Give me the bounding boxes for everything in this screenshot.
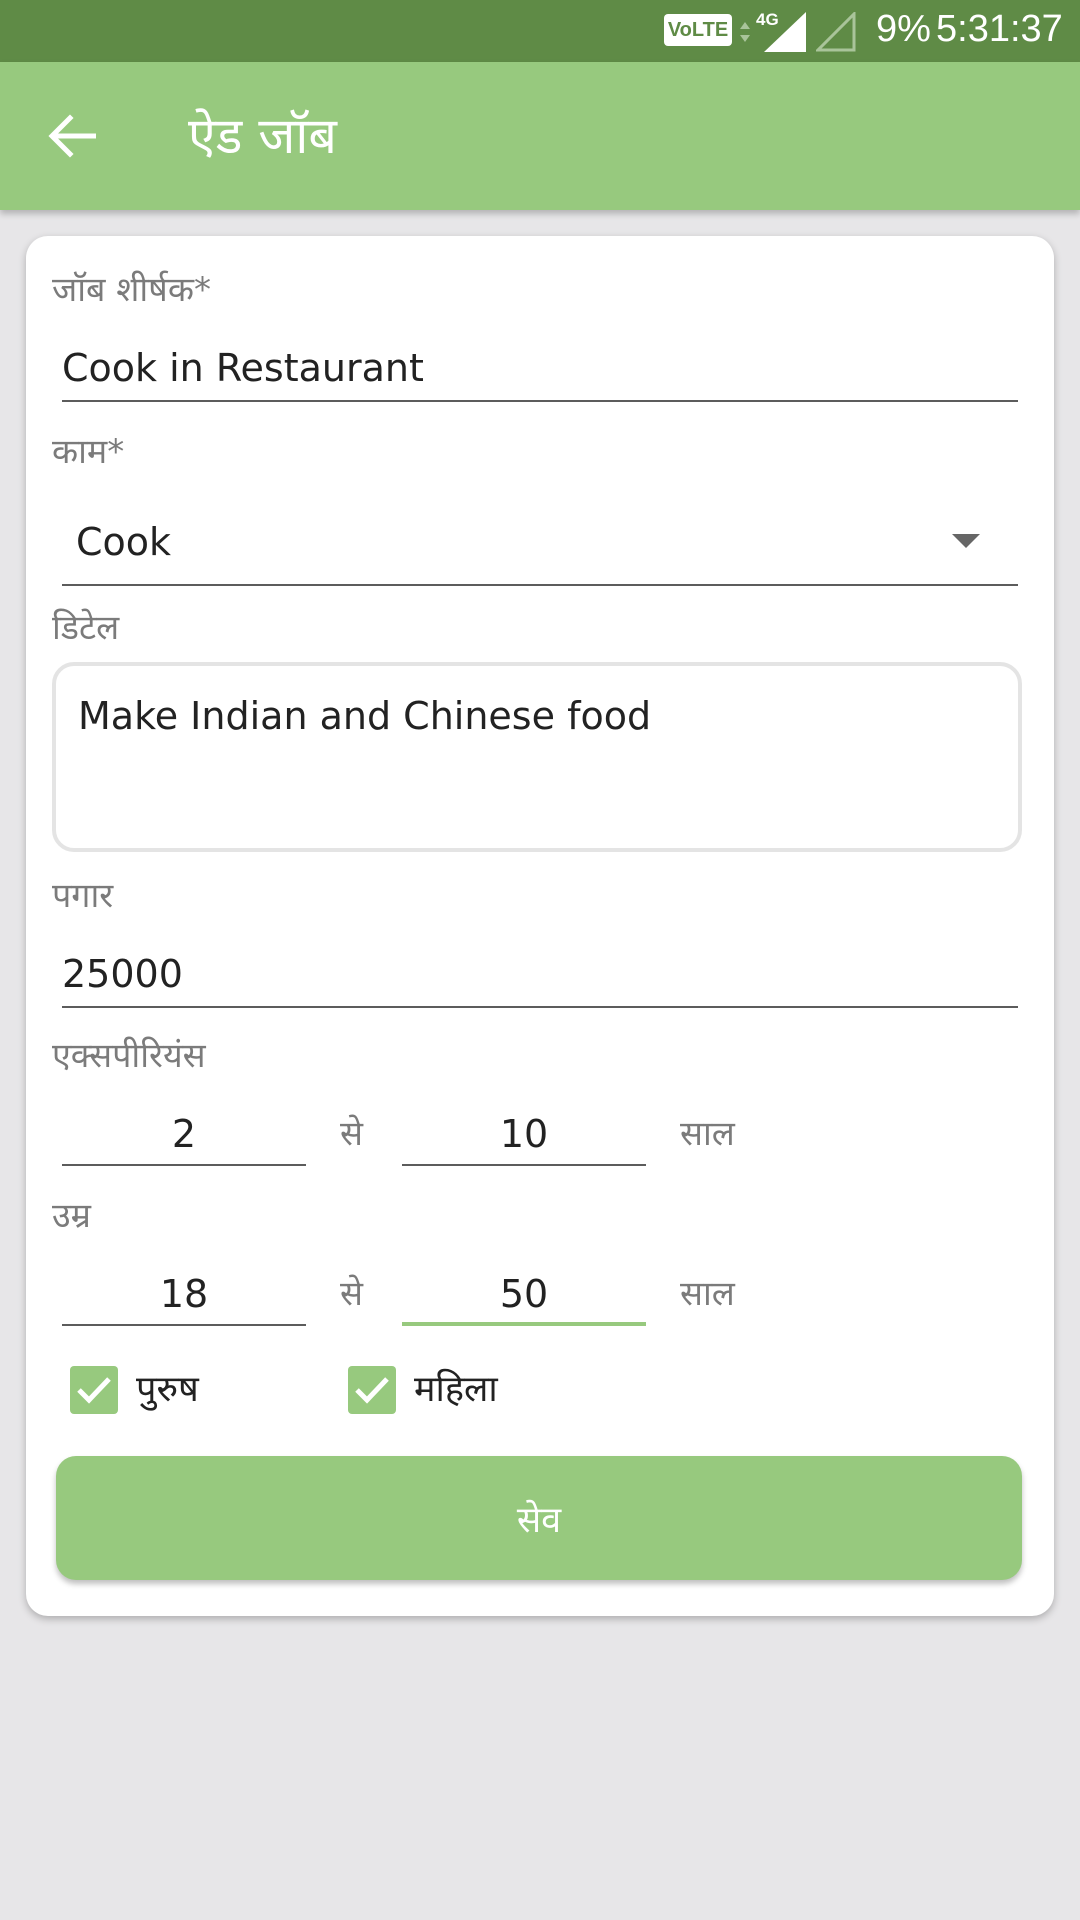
experience-label: एक्सपीरियंस (52, 1036, 206, 1076)
female-checkbox[interactable] (348, 1366, 396, 1414)
job-title-label: जॉब शीर्षक* (52, 270, 211, 310)
dropdown-arrow-icon[interactable] (952, 534, 980, 548)
clock: 5:31:37 (936, 8, 1063, 50)
signal-empty-icon (816, 12, 856, 52)
work-dropdown[interactable]: Cook (76, 518, 916, 566)
back-button[interactable] (36, 104, 108, 168)
job-title-underline (62, 400, 1018, 402)
female-label[interactable]: महिला (414, 1366, 498, 1414)
detail-text: Make Indian and Chinese food (78, 694, 652, 738)
signal-strength-icon (764, 12, 806, 52)
salary-underline (62, 1006, 1018, 1008)
age-to-input[interactable]: 50 (402, 1270, 646, 1318)
arrow-back-icon (48, 114, 96, 158)
age-unit: साल (680, 1274, 735, 1314)
age-to-underline (402, 1322, 646, 1326)
experience-from-underline (62, 1164, 306, 1166)
male-label[interactable]: पुरुष (136, 1366, 199, 1414)
page-title: ऐड जॉब (188, 107, 337, 165)
salary-input[interactable]: 25000 (62, 950, 1002, 998)
age-separator: से (340, 1274, 363, 1314)
experience-unit: साल (680, 1114, 735, 1154)
save-button[interactable]: सेव (56, 1456, 1022, 1580)
work-label: काम* (52, 432, 125, 472)
checkmark-icon (77, 1377, 111, 1404)
job-form-card: जॉब शीर्षक* Cook in Restaurant काम* Cook… (26, 236, 1054, 1616)
salary-label: पगार (52, 876, 114, 916)
experience-from-input[interactable]: 2 (62, 1110, 306, 1158)
experience-separator: से (340, 1114, 363, 1154)
detail-label: डिटेल (52, 608, 120, 648)
experience-to-input[interactable]: 10 (402, 1110, 646, 1158)
checkmark-icon (355, 1377, 389, 1404)
detail-textarea[interactable]: Make Indian and Chinese food (52, 662, 1022, 852)
experience-to-underline (402, 1164, 646, 1166)
status-bar: VoLTE 4G 9% 5:31:37 (0, 0, 1080, 62)
age-from-input[interactable]: 18 (62, 1270, 306, 1318)
job-title-input[interactable]: Cook in Restaurant (62, 344, 1002, 392)
male-checkbox[interactable] (70, 1366, 118, 1414)
work-underline (62, 584, 1018, 586)
age-from-underline (62, 1324, 306, 1326)
battery-level: 9% (876, 8, 931, 50)
age-label: उम्र (52, 1196, 91, 1236)
data-activity-icon (740, 22, 750, 42)
app-bar: ऐड जॉब (0, 62, 1080, 210)
volte-badge: VoLTE (664, 14, 732, 46)
